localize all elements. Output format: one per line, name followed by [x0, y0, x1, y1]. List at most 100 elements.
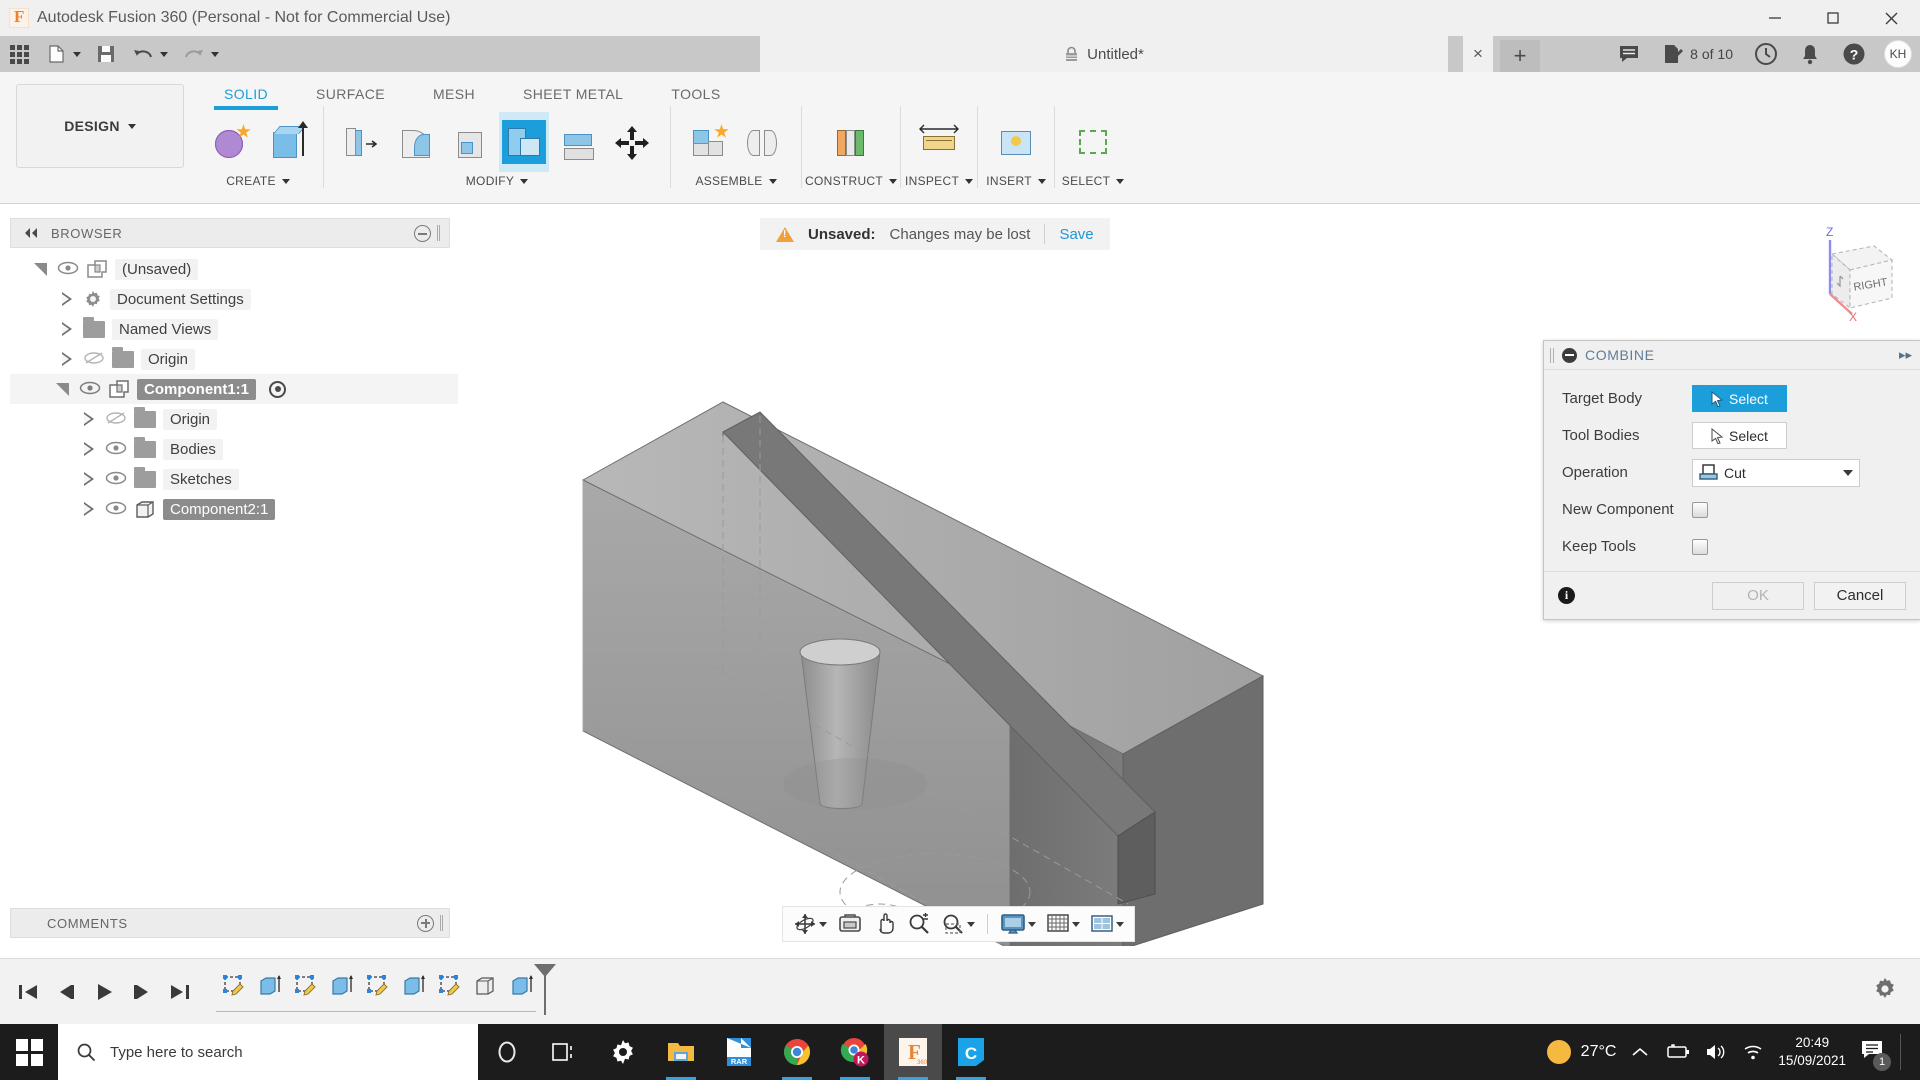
timeline-extrude-3[interactable] — [396, 966, 432, 1006]
close-button[interactable] — [1862, 0, 1920, 36]
ribbon-group-construct-label[interactable]: CONSTRUCT — [805, 174, 898, 188]
expand-toggle-icon[interactable] — [80, 500, 98, 518]
comments-toggle-button[interactable] — [1608, 36, 1650, 72]
collapse-left-icon[interactable] — [23, 227, 39, 239]
go-to-beginning-button[interactable] — [14, 978, 42, 1006]
tab-mesh[interactable]: MESH — [409, 78, 499, 104]
expand-toggle-icon[interactable] — [80, 440, 98, 458]
display-settings-button[interactable] — [996, 909, 1040, 939]
look-at-button[interactable] — [833, 909, 867, 939]
restore-button[interactable] — [1804, 0, 1862, 36]
undo-button[interactable] — [124, 36, 175, 72]
zoom-button[interactable] — [903, 909, 935, 939]
winrar-button[interactable]: RAR — [710, 1024, 768, 1080]
chrome-k-button[interactable]: K — [826, 1024, 884, 1080]
step-back-button[interactable] — [52, 978, 80, 1006]
create-sketch-button[interactable] — [206, 112, 256, 172]
visibility-eye-off-icon[interactable] — [83, 351, 105, 367]
new-document-tab-button[interactable]: + — [1500, 40, 1540, 72]
visibility-eye-icon[interactable] — [79, 381, 101, 397]
expand-toggle-icon[interactable] — [58, 320, 76, 338]
activate-component-radio[interactable] — [269, 380, 286, 398]
workspace-switcher[interactable]: DESIGN — [16, 84, 184, 168]
timeline-sketch-1[interactable] — [216, 966, 252, 1006]
new-component-button[interactable] — [684, 112, 734, 172]
visibility-eye-icon[interactable] — [57, 261, 79, 277]
minus-circle-icon[interactable] — [1562, 347, 1577, 363]
new-file-button[interactable] — [39, 36, 88, 72]
operation-dropdown[interactable]: Cut — [1692, 458, 1860, 487]
show-desktop-button[interactable] — [1900, 1034, 1904, 1070]
panel-resize-handle[interactable] — [440, 915, 443, 931]
visibility-eye-icon[interactable] — [105, 501, 127, 517]
select-window-button[interactable] — [1068, 112, 1118, 172]
settings-button[interactable] — [594, 1024, 652, 1080]
task-view-button[interactable] — [536, 1024, 594, 1080]
tree-row-origin-component[interactable]: Origin — [10, 404, 458, 434]
tree-row-named-views[interactable]: Named Views — [10, 314, 458, 344]
taskbar-search[interactable]: Type here to search — [58, 1024, 478, 1080]
timeline-sketch-2[interactable] — [288, 966, 324, 1006]
info-icon[interactable]: i — [1558, 587, 1575, 604]
tree-row-document-settings[interactable]: Document Settings — [10, 284, 458, 314]
orbit-button[interactable] — [789, 909, 831, 939]
notifications-button[interactable] — [1790, 36, 1830, 72]
play-button[interactable] — [90, 978, 118, 1006]
user-avatar[interactable]: KH — [1884, 40, 1912, 68]
joint-button[interactable] — [738, 112, 788, 172]
shell-button[interactable] — [445, 112, 495, 172]
tree-row-unsaved[interactable]: (Unsaved) — [10, 254, 458, 284]
add-comment-button[interactable] — [417, 914, 434, 932]
start-button[interactable] — [0, 1024, 58, 1080]
expand-toggle-icon[interactable] — [58, 350, 76, 368]
insert-mcmaster-button[interactable] — [991, 112, 1041, 172]
timeline-extrude-1[interactable] — [252, 966, 288, 1006]
help-button[interactable]: ? — [1832, 36, 1876, 72]
ribbon-group-select-label[interactable]: SELECT — [1062, 174, 1125, 188]
fusion360-button[interactable]: F 360 — [884, 1024, 942, 1080]
tab-surface[interactable]: SURFACE — [292, 78, 409, 104]
new-component-checkbox[interactable] — [1692, 501, 1708, 518]
file-explorer-button[interactable] — [652, 1024, 710, 1080]
ribbon-group-inspect-label[interactable]: INSPECT — [905, 174, 974, 188]
viewport-layout-button[interactable] — [1086, 909, 1128, 939]
target-body-select-button[interactable]: Select — [1692, 385, 1787, 412]
zoom-fit-button[interactable] — [937, 909, 979, 939]
cancel-button[interactable]: Cancel — [1814, 581, 1906, 610]
weather-widget[interactable]: 27°C — [1546, 1040, 1616, 1064]
dialog-drag-handle[interactable] — [1550, 347, 1554, 363]
notification-center-button[interactable]: 1 — [1860, 1039, 1891, 1071]
cortana-button[interactable] — [478, 1024, 536, 1080]
chrome-button[interactable] — [768, 1024, 826, 1080]
offset-plane-button[interactable] — [826, 112, 876, 172]
battery-button[interactable] — [1664, 1044, 1690, 1060]
tab-solid[interactable]: SOLID — [200, 78, 292, 110]
tray-expand-button[interactable] — [1630, 1045, 1650, 1059]
move-copy-button[interactable] — [607, 112, 657, 172]
expand-toggle-icon[interactable] — [54, 380, 72, 398]
combine-button[interactable] — [499, 112, 549, 172]
visibility-eye-icon[interactable] — [105, 441, 127, 457]
ribbon-group-assemble-label[interactable]: ASSEMBLE — [695, 174, 777, 188]
timeline-sketch-4[interactable] — [432, 966, 468, 1006]
timeline-body-1[interactable] — [468, 966, 504, 1006]
volume-button[interactable] — [1704, 1043, 1728, 1061]
tree-row-origin-doc[interactable]: Origin — [10, 344, 458, 374]
comments-header[interactable]: COMMENTS — [10, 908, 450, 938]
step-forward-button[interactable] — [128, 978, 156, 1006]
timeline-marker[interactable] — [534, 963, 556, 1015]
expand-toggle-icon[interactable] — [58, 290, 76, 308]
measure-button[interactable] — [914, 112, 964, 172]
browser-minus-button[interactable] — [414, 224, 431, 242]
tree-row-component2[interactable]: Component2:1 — [10, 494, 458, 524]
tree-row-component1[interactable]: Component1:1 — [10, 374, 458, 404]
document-tab[interactable]: Untitled* — [760, 36, 1448, 72]
timeline-extrude-2[interactable] — [324, 966, 360, 1006]
document-tab-close-button[interactable]: × — [1463, 36, 1493, 72]
press-pull-button[interactable] — [337, 112, 387, 172]
tree-row-bodies[interactable]: Bodies — [10, 434, 458, 464]
tab-sheet-metal[interactable]: SHEET METAL — [499, 78, 647, 104]
timeline-sketch-3[interactable] — [360, 966, 396, 1006]
extrude-button[interactable] — [260, 112, 310, 172]
ribbon-group-create-label[interactable]: CREATE — [226, 174, 290, 188]
